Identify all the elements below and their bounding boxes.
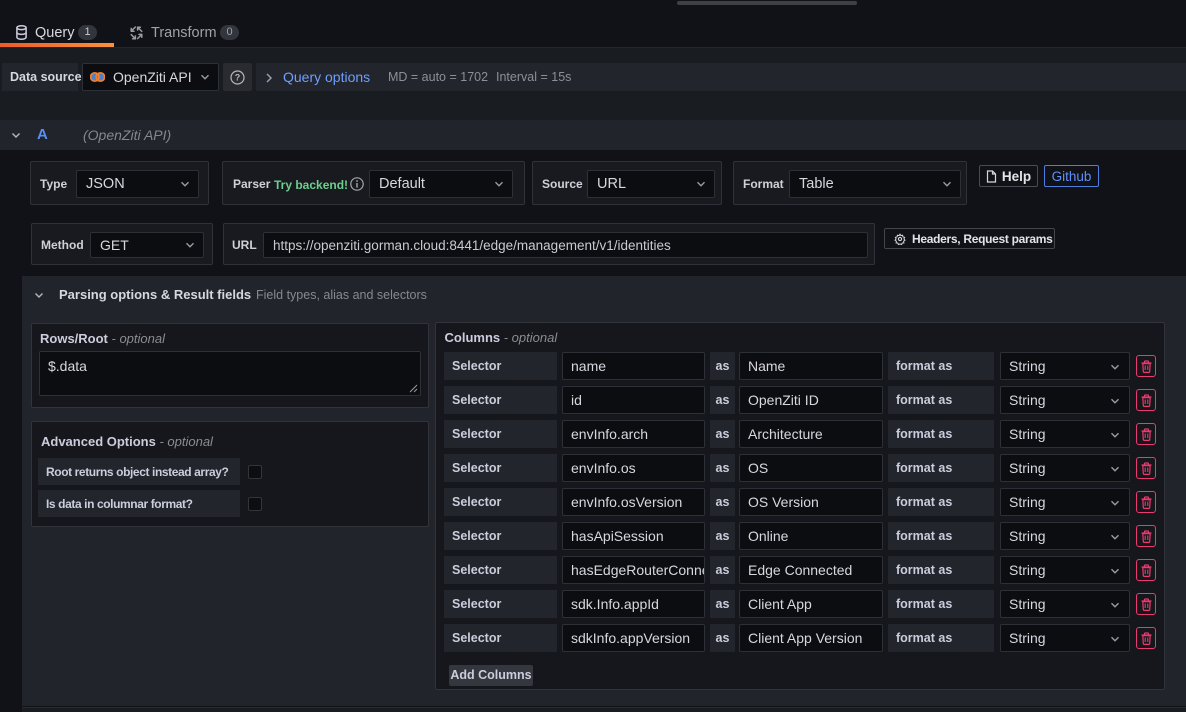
svg-text:?: ? bbox=[235, 73, 241, 83]
